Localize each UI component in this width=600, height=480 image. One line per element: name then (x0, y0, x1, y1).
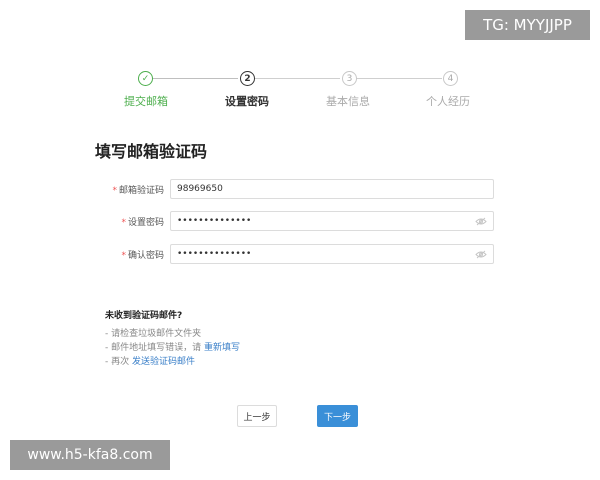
eye-off-icon[interactable] (475, 250, 487, 259)
step-connector (152, 78, 238, 79)
set-password-value: •••••••••••••• (177, 216, 252, 226)
required-mark: * (112, 185, 117, 196)
step-2-label: 设置密码 (225, 95, 269, 108)
verification-code-label: * 邮箱验证码 (112, 185, 164, 196)
watermark-bottom: www.h5-kfa8.com (10, 440, 170, 470)
step-3-label: 基本信息 (326, 95, 370, 108)
resend-code-link[interactable]: 发送验证码邮件 (132, 357, 195, 367)
help-block: 未收到验证码邮件? - 请检查垃圾邮件文件夹 - 邮件地址填写错误，请 重新填写… (105, 308, 240, 369)
help-item-spam: - 请检查垃圾邮件文件夹 (105, 329, 202, 339)
help-item-resend: - 再次 发送验证码邮件 (105, 357, 195, 367)
step-1-check-icon: ✓ (138, 71, 153, 86)
step-4-label: 个人经历 (426, 95, 470, 108)
eye-off-icon[interactable] (475, 217, 487, 226)
set-password-input[interactable]: •••••••••••••• (170, 211, 494, 231)
step-connector (254, 78, 340, 79)
confirm-password-row: * 确认密码 •••••••••••••• (95, 244, 500, 264)
prev-button[interactable]: 上一步 (237, 405, 277, 427)
verification-code-input[interactable]: 98969650 (170, 179, 494, 199)
required-mark: * (121, 217, 126, 228)
help-title: 未收到验证码邮件? (105, 311, 183, 321)
step-2-circle: 2 (240, 71, 255, 86)
step-1-label: 提交邮箱 (124, 95, 168, 108)
set-password-row: * 设置密码 •••••••••••••• (95, 211, 500, 231)
next-button[interactable]: 下一步 (317, 405, 358, 427)
help-item-wrong-email: - 邮件地址填写错误，请 重新填写 (105, 343, 240, 353)
set-password-label: * 设置密码 (121, 217, 164, 228)
verification-code-value: 98969650 (177, 184, 223, 194)
required-mark: * (121, 250, 126, 261)
step-4-circle: 4 (443, 71, 458, 86)
progress-stepper: ✓ 2 3 4 提交邮箱 设置密码 基本信息 个人经历 (0, 68, 600, 118)
confirm-password-label: * 确认密码 (121, 250, 164, 261)
verification-code-row: * 邮箱验证码 98969650 (95, 179, 500, 199)
step-3-circle: 3 (342, 71, 357, 86)
confirm-password-input[interactable]: •••••••••••••• (170, 244, 494, 264)
watermark-top: TG: MYYJJPP (465, 10, 590, 40)
confirm-password-value: •••••••••••••• (177, 249, 252, 259)
page-title: 填写邮箱验证码 (95, 142, 208, 161)
refill-link[interactable]: 重新填写 (204, 343, 240, 353)
step-connector (356, 78, 442, 79)
